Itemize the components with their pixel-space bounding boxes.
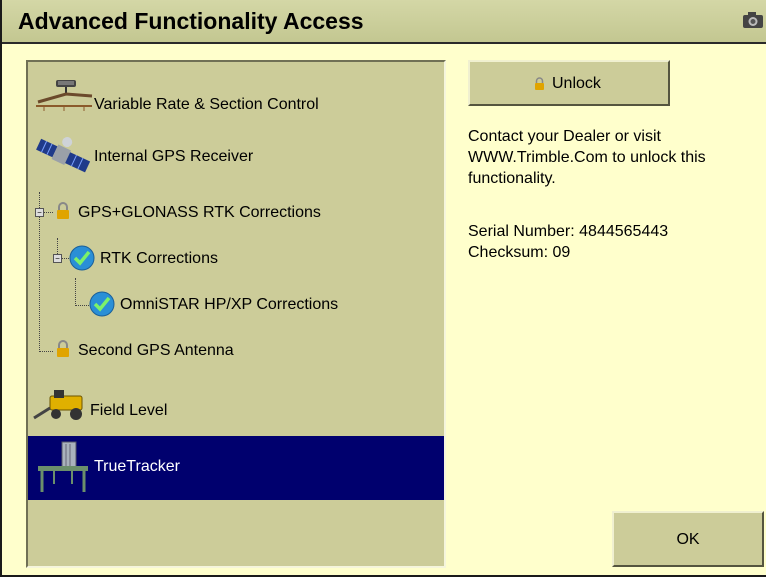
ok-button[interactable]: OK [612,511,764,567]
dialog-title: Advanced Functionality Access [18,8,364,34]
tree-item-label: OmniSTAR HP/XP Corrections [120,296,339,313]
ok-button-label: OK [676,531,700,548]
tree-item-gps-glonass[interactable]: GPS+GLONASS RTK Corrections [28,200,444,226]
unlock-button[interactable]: Unlock [468,60,670,106]
serial-number: Serial Number: 4844565443 [468,223,669,240]
lock-icon [534,77,545,96]
tree-item-rtk[interactable]: RTK Corrections [28,244,444,274]
tree-item-field-level[interactable]: Field Level [28,384,444,430]
sprayer-icon [34,78,94,119]
tree-item-label: RTK Corrections [100,250,218,267]
tree-item-label: TrueTracker [94,458,180,475]
check-icon [88,290,116,323]
camera-icon[interactable] [742,11,764,34]
tree-item-label: Internal GPS Receiver [94,148,254,165]
check-icon [68,244,96,277]
tree-item-truetracker[interactable]: TrueTracker [28,436,444,500]
tree-item-label: Variable Rate & Section Control [94,96,319,113]
tree-item-second-antenna[interactable]: Second GPS Antenna [28,338,444,364]
tree-item-variable-rate[interactable]: Variable Rate & Section Control [28,74,444,118]
device-info: Serial Number: 4844565443 Checksum: 09 [468,221,758,263]
satellite-icon [34,134,94,183]
unlock-instructions: Contact your Dealer or visit WWW.Trimble… [468,126,758,189]
tree-item-omnistar[interactable]: OmniSTAR HP/XP Corrections [28,290,444,320]
functionality-tree[interactable]: − − Variable Rate & Section Control Inte… [26,60,446,568]
implement-icon [34,440,92,501]
instruction-line: Contact your Dealer or visit [468,128,661,145]
title-bar: Advanced Functionality Access [2,0,766,44]
unlock-button-label: Unlock [552,75,601,92]
tree-item-label: GPS+GLONASS RTK Corrections [78,204,321,221]
instruction-line: WWW.Trimble.Com to unlock this [468,149,706,166]
tree-item-internal-gps[interactable]: Internal GPS Receiver [28,132,444,182]
lock-icon [56,202,70,225]
tree-item-label: Second GPS Antenna [78,342,234,359]
instruction-line: functionality. [468,170,556,187]
checksum: Checksum: 09 [468,244,571,261]
lock-icon [56,340,70,363]
tree-item-label: Field Level [90,402,168,419]
scraper-icon [32,388,92,429]
advanced-functionality-dialog: Advanced Functionality Access − − Variab… [0,0,766,577]
